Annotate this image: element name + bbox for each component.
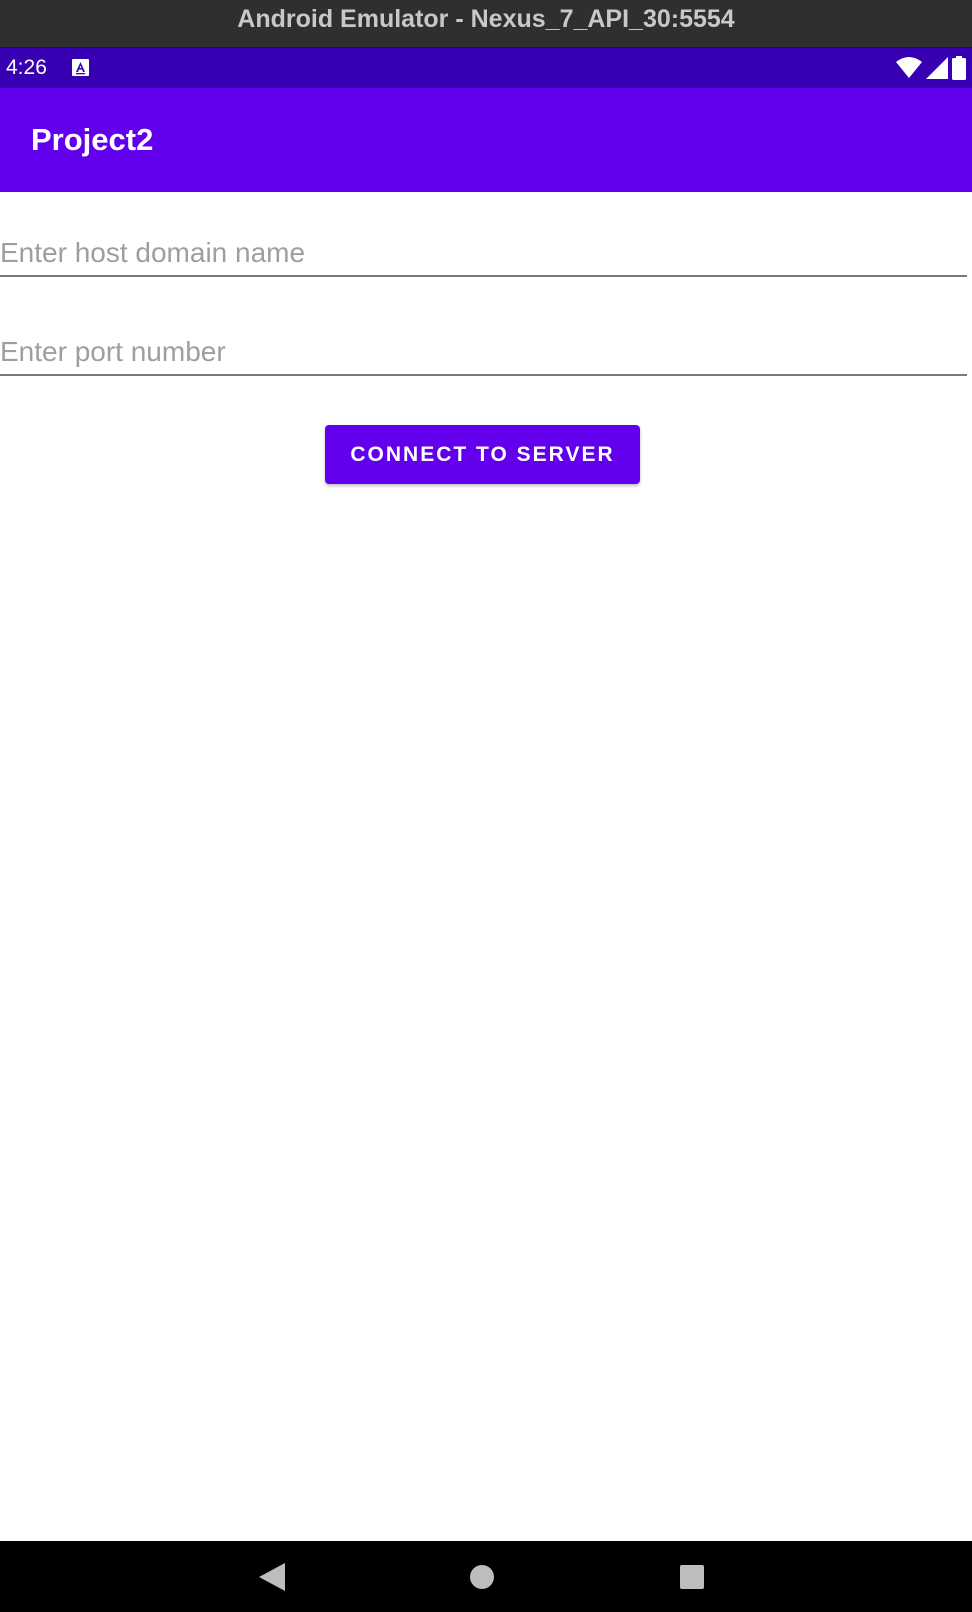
status-bar: 4:26 (0, 48, 972, 88)
host-domain-input[interactable] (0, 231, 967, 277)
status-time: 4:26 (6, 56, 47, 79)
notification-a-icon (72, 59, 89, 76)
navigation-bar (0, 1541, 972, 1612)
connect-to-server-button[interactable]: CONNECT TO SERVER (325, 425, 640, 484)
home-icon[interactable] (470, 1565, 494, 1589)
battery-icon (952, 56, 966, 80)
signal-icon (926, 57, 948, 79)
port-number-input[interactable] (0, 330, 967, 376)
wifi-icon (896, 57, 922, 78)
back-icon[interactable] (259, 1563, 285, 1591)
window-title: Android Emulator - Nexus_7_API_30:5554 (237, 5, 735, 33)
recents-icon[interactable] (680, 1565, 704, 1589)
app-toolbar: Project2 (0, 88, 972, 192)
app-title: Project2 (31, 122, 154, 157)
emulator-window: Android Emulator - Nexus_7_API_30:5554 4… (0, 0, 972, 1612)
status-icons (896, 56, 966, 80)
window-title-bar: Android Emulator - Nexus_7_API_30:5554 (0, 0, 972, 48)
